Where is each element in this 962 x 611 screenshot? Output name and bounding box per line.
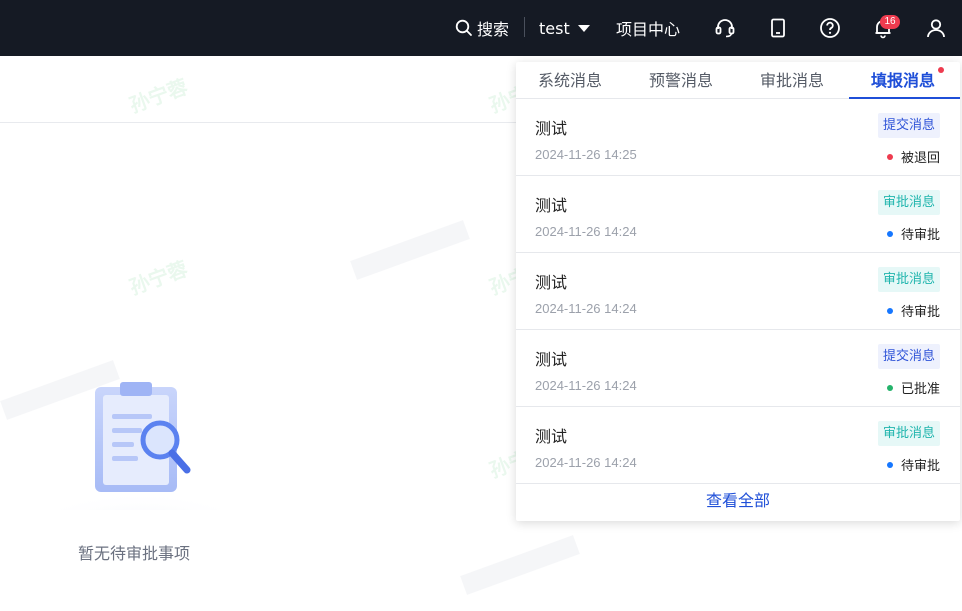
message-type-tag: 提交消息 <box>877 113 940 138</box>
message-item[interactable]: 测试 2024-11-26 14:24 审批消息 待审批 <box>516 407 960 484</box>
message-title: 测试 <box>535 273 568 292</box>
message-time: 2024-11-26 14:24 <box>535 224 637 239</box>
message-time: 2024-11-26 14:24 <box>535 455 637 470</box>
empty-clipboard-illustration <box>30 370 250 545</box>
search-button[interactable]: 搜索 <box>455 0 509 56</box>
message-time: 2024-11-26 14:25 <box>535 147 637 162</box>
tablet-icon[interactable] <box>764 14 792 42</box>
watermark: 孙宁蓉 <box>126 256 191 300</box>
divider <box>524 17 525 37</box>
tab-report-messages[interactable]: 填报消息 <box>871 67 935 91</box>
tab-approval-messages[interactable]: 审批消息 <box>760 67 824 91</box>
status-label: 已批准 <box>900 382 940 397</box>
tab-system-messages[interactable]: 系统消息 <box>538 67 602 91</box>
message-time: 2024-11-26 14:24 <box>535 378 637 393</box>
user-icon[interactable] <box>922 14 950 42</box>
unread-dot <box>938 67 944 73</box>
message-item[interactable]: 测试 2024-11-26 14:25 提交消息 被退回 <box>516 99 960 176</box>
message-title: 测试 <box>535 196 568 215</box>
help-icon[interactable] <box>816 14 844 42</box>
status-dot <box>886 153 893 160</box>
status-label: 待审批 <box>900 459 940 474</box>
message-title: 测试 <box>535 119 568 138</box>
status-dot <box>886 461 893 468</box>
project-center-link[interactable]: 项目中心 <box>616 0 680 56</box>
notification-badge: 16 <box>880 15 900 29</box>
message-title: 测试 <box>535 350 568 369</box>
message-status: 被退回 <box>886 147 940 166</box>
status-dot <box>886 230 893 237</box>
status-label: 被退回 <box>900 151 940 166</box>
status-label: 待审批 <box>900 228 940 243</box>
message-type-tag: 审批消息 <box>877 421 940 446</box>
watermark: 孙宁蓉 <box>126 74 191 118</box>
watermark-band <box>350 220 470 280</box>
status-dot <box>886 384 893 391</box>
message-status: 待审批 <box>886 224 940 243</box>
message-item[interactable]: 测试 2024-11-26 14:24 审批消息 待审批 <box>516 253 960 330</box>
tab-warning-messages[interactable]: 预警消息 <box>649 67 713 91</box>
content-divider <box>0 122 520 123</box>
message-type-tag: 提交消息 <box>877 344 940 369</box>
view-all-link[interactable]: 查看全部 <box>516 483 960 521</box>
message-type-tag: 审批消息 <box>877 267 940 292</box>
status-dot <box>886 307 893 314</box>
top-bar: 搜索 test 项目中心 16 <box>0 0 962 56</box>
message-time: 2024-11-26 14:24 <box>535 301 637 316</box>
caret-down-icon <box>577 24 590 32</box>
search-icon <box>455 19 472 36</box>
user-name: test <box>539 18 570 38</box>
headset-icon[interactable] <box>711 14 739 42</box>
empty-state-text: 暂无待审批事项 <box>78 544 191 563</box>
message-item[interactable]: 测试 2024-11-26 14:24 提交消息 已批准 <box>516 330 960 407</box>
notification-tabs: 系统消息 预警消息 审批消息 填报消息 <box>516 62 960 99</box>
message-type-tag: 审批消息 <box>877 190 940 215</box>
status-label: 待审批 <box>900 305 940 320</box>
message-title: 测试 <box>535 427 568 446</box>
notification-panel: 系统消息 预警消息 审批消息 填报消息 测试 2024-11-26 14:25 … <box>516 62 960 521</box>
message-item[interactable]: 测试 2024-11-26 14:24 审批消息 待审批 <box>516 176 960 253</box>
search-label: 搜索 <box>477 20 510 39</box>
project-center-label: 项目中心 <box>616 20 681 39</box>
message-status: 待审批 <box>886 301 940 320</box>
watermark-band <box>460 535 580 595</box>
message-status: 待审批 <box>886 455 940 474</box>
message-status: 已批准 <box>886 378 940 397</box>
user-menu[interactable]: test <box>539 0 590 56</box>
